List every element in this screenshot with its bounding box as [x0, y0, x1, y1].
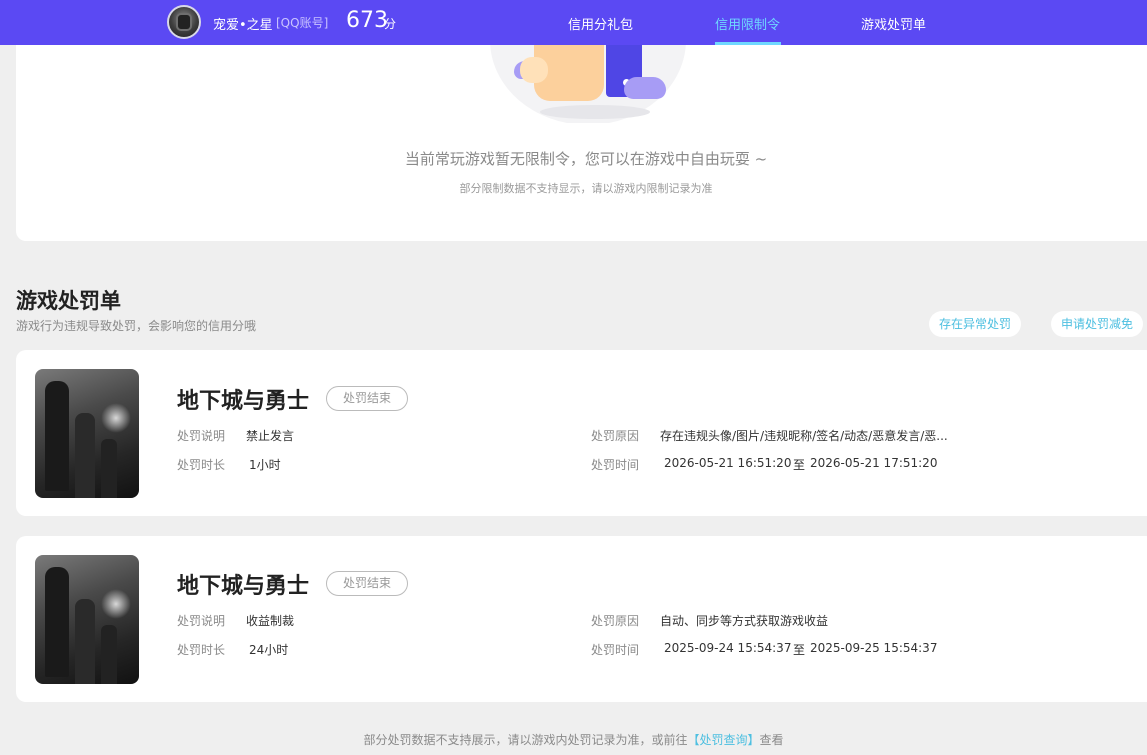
status-badge: 处罚结束 — [326, 571, 408, 596]
game-name: 地下城与勇士 — [177, 574, 310, 599]
tab-credit-gift[interactable]: 信用分礼包 — [568, 14, 633, 33]
footer-tail: 查看 — [759, 733, 784, 747]
user-avatar[interactable] — [167, 5, 201, 39]
penalty-desc-label: 处罚说明 — [177, 429, 226, 443]
tab-game-penalty[interactable]: 游戏处罚单 — [861, 14, 926, 33]
penalty-duration-value: 1小时 — [249, 458, 281, 472]
username: 宠爱•之星 — [213, 18, 273, 33]
active-tab-indicator — [715, 42, 781, 45]
penalty-desc-label: 处罚说明 — [177, 614, 226, 628]
credit-score: 673 — [346, 8, 388, 33]
penalty-time-label: 处罚时间 — [591, 643, 640, 657]
game-cover-image — [35, 369, 139, 498]
penalty-duration-label: 处罚时长 — [177, 458, 226, 472]
status-badge: 处罚结束 — [326, 386, 408, 411]
penalty-time-separator: 至 — [793, 458, 806, 472]
game-name: 地下城与勇士 — [177, 389, 310, 414]
penalty-time-label: 处罚时间 — [591, 458, 640, 472]
credit-score-unit: 分 — [384, 17, 397, 31]
penalty-start-time: 2026-05-21 16:51:20 — [664, 456, 792, 470]
penalty-duration-label: 处罚时长 — [177, 643, 226, 657]
hand-icon — [520, 45, 604, 101]
tab-credit-restriction[interactable]: 信用限制令 — [715, 14, 780, 33]
penalty-end-time: 2025-09-25 15:54:37 — [810, 641, 938, 655]
penalty-reason-value: 自动、同步等方式获取游戏收益 — [660, 614, 829, 628]
penalty-end-time: 2026-05-21 17:51:20 — [810, 456, 938, 470]
section-description: 游戏行为违规导致处罚，会影响您的信用分哦 — [16, 319, 257, 333]
footer-note: 部分处罚数据不支持展示，请以游戏内处罚记录为准，或前往【处罚查询】查看 — [0, 731, 1147, 748]
game-cover-image — [35, 555, 139, 684]
penalty-duration-value: 24小时 — [249, 643, 289, 657]
penalty-query-link[interactable]: 【处罚查询】 — [687, 733, 759, 747]
empty-state-illustration — [490, 45, 690, 123]
penalty-reason-label: 处罚原因 — [591, 614, 640, 628]
penalty-reason-label: 处罚原因 — [591, 429, 640, 443]
account-type: [QQ账号] — [276, 16, 329, 30]
section-title: 游戏处罚单 — [16, 289, 121, 313]
penalty-card: 地下城与勇士 处罚结束 处罚说明 禁止发言 处罚时长 1小时 处罚原因 存在违规… — [16, 350, 1147, 516]
penalty-reason-value: 存在违规头像/图片/违规昵称/签名/动态/恶意发言/恶... — [660, 429, 948, 443]
penalty-desc-value: 收益制裁 — [246, 614, 295, 628]
restriction-note: 部分限制数据不支持显示，请以游戏内限制记录为准 — [459, 182, 713, 195]
penalty-time-separator: 至 — [793, 643, 806, 657]
abnormal-penalty-button[interactable]: 存在异常处罚 — [929, 311, 1022, 337]
footer-text: 部分处罚数据不支持展示，请以游戏内处罚记录为准，或前往 — [363, 733, 688, 747]
penalty-card: 地下城与勇士 处罚结束 处罚说明 收益制裁 处罚时长 24小时 处罚原因 自动、… — [16, 536, 1147, 702]
restriction-empty-message: 当前常玩游戏暂无限制令，您可以在游戏中自由玩耍 ~ — [404, 150, 768, 168]
penalty-start-time: 2025-09-24 15:54:37 — [664, 641, 792, 655]
top-nav-bar: 宠爱•之星 [QQ账号] 673 分 信用分礼包 信用限制令 游戏处罚单 — [0, 0, 1147, 45]
penalty-desc-value: 禁止发言 — [246, 429, 295, 443]
apply-penalty-reduction-button[interactable]: 申请处罚减免 — [1051, 311, 1144, 337]
